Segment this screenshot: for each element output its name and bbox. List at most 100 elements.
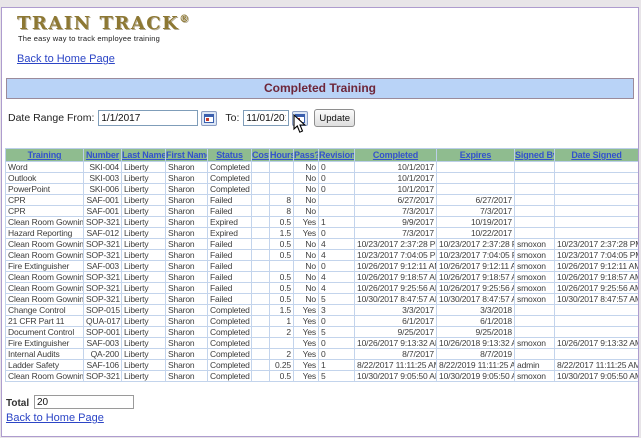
calendar-icon-to[interactable] [292, 111, 308, 126]
column-header-number[interactable]: Number [84, 149, 122, 162]
cell: smoxon [515, 283, 555, 294]
date-from-input[interactable] [98, 110, 198, 126]
cell: Internal Audits [6, 349, 84, 360]
cell [515, 195, 555, 206]
cell: Liberty [122, 283, 166, 294]
cell: 10/23/2017 2:37:28 PM [355, 239, 437, 250]
column-header-first-name[interactable]: First Name [166, 149, 208, 162]
cell [252, 371, 270, 382]
cell: Sharon [166, 195, 208, 206]
cell: 0.5 [270, 294, 294, 305]
cell: Yes [294, 316, 319, 327]
cell: SAF-106 [84, 360, 122, 371]
table-row: Clean Room GowningSOP-321LibertySharonFa… [6, 294, 639, 305]
cell [515, 327, 555, 338]
cell: smoxon [515, 239, 555, 250]
column-header-completed[interactable]: Completed [355, 149, 437, 162]
cell: SAF-001 [84, 206, 122, 217]
cell [555, 195, 639, 206]
cell: Liberty [122, 294, 166, 305]
cell: Sharon [166, 261, 208, 272]
cell: 5 [319, 327, 355, 338]
cell: 0.5 [270, 250, 294, 261]
update-button[interactable]: Update [314, 109, 355, 127]
cell: Liberty [122, 228, 166, 239]
cell: Yes [294, 228, 319, 239]
cell: Sharon [166, 162, 208, 173]
cell: Liberty [122, 371, 166, 382]
cell: Liberty [122, 327, 166, 338]
cell: Expired [208, 217, 252, 228]
cell: 8/22/2019 11:11:25 AM [437, 360, 515, 371]
table-row: Ladder SafetySAF-106LibertySharonComplet… [6, 360, 639, 371]
cell [252, 162, 270, 173]
cell: Fire Extinguisher [6, 338, 84, 349]
cell: Sharon [166, 184, 208, 195]
cell [252, 338, 270, 349]
cell: SKI-004 [84, 162, 122, 173]
total-count-input[interactable] [34, 395, 134, 409]
column-header-cost[interactable]: Cost [252, 149, 270, 162]
cell [252, 349, 270, 360]
cell [515, 206, 555, 217]
cell: Failed [208, 294, 252, 305]
cell: Sharon [166, 239, 208, 250]
cell [252, 261, 270, 272]
cell: 10/26/2017 9:25:56 AM [437, 283, 515, 294]
cell: 0.5 [270, 272, 294, 283]
cell: Liberty [122, 316, 166, 327]
cell: Sharon [166, 217, 208, 228]
column-header-status[interactable]: Status [208, 149, 252, 162]
cell: Liberty [122, 206, 166, 217]
cell [515, 162, 555, 173]
cell: 8 [270, 195, 294, 206]
cell: Sharon [166, 316, 208, 327]
cell [270, 338, 294, 349]
table-header-row: TrainingNumberLast NameFirst NameStatusC… [6, 149, 639, 162]
cell: Completed [208, 371, 252, 382]
cell: No [294, 294, 319, 305]
table-row: WordSKI-004LibertySharonCompletedNo010/1… [6, 162, 639, 173]
back-to-home-link-bottom[interactable]: Back to Home Page [6, 412, 104, 424]
column-header-date-signed[interactable]: Date Signed [555, 149, 639, 162]
cell: 8/22/2017 11:11:25 AM [555, 360, 639, 371]
calendar-icon-from[interactable] [201, 111, 217, 126]
cell: 10/26/2017 9:12:11 AM [437, 261, 515, 272]
cell: Sharon [166, 283, 208, 294]
cell: 0 [319, 261, 355, 272]
cell: Sharon [166, 305, 208, 316]
cell: Sharon [166, 371, 208, 382]
table-row: Clean Room GowningSOP-321LibertySharonFa… [6, 250, 639, 261]
cell: Failed [208, 283, 252, 294]
cell: 0 [319, 173, 355, 184]
column-header-hours[interactable]: Hours [270, 149, 294, 162]
cell: Sharon [166, 294, 208, 305]
cell: No [294, 162, 319, 173]
column-header-signed-by[interactable]: Signed By [515, 149, 555, 162]
cell: 10/30/2017 9:05:50 AM [355, 371, 437, 382]
column-header-expires[interactable]: Expires [437, 149, 515, 162]
cell [437, 173, 515, 184]
cell: Yes [294, 305, 319, 316]
cell [270, 162, 294, 173]
cell [515, 184, 555, 195]
cell [319, 206, 355, 217]
table-row: Clean Room GowningSOP-321LibertySharonEx… [6, 217, 639, 228]
cell [515, 305, 555, 316]
cell: 7/3/2017 [355, 206, 437, 217]
cell: 1 [270, 316, 294, 327]
cell: Document Control [6, 327, 84, 338]
column-header-training[interactable]: Training [6, 149, 84, 162]
column-header-last-name[interactable]: Last Name [122, 149, 166, 162]
cell [437, 162, 515, 173]
cell: No [294, 250, 319, 261]
cell: 0.25 [270, 360, 294, 371]
cell [252, 173, 270, 184]
column-header-revision[interactable]: Revision [319, 149, 355, 162]
cell: 5 [319, 294, 355, 305]
date-to-input[interactable] [243, 110, 289, 126]
cell: 10/23/2017 7:04:05 PM [555, 250, 639, 261]
back-to-home-link-top[interactable]: Back to Home Page [17, 53, 115, 65]
cell [515, 173, 555, 184]
column-header-pass[interactable]: Pass? [294, 149, 319, 162]
